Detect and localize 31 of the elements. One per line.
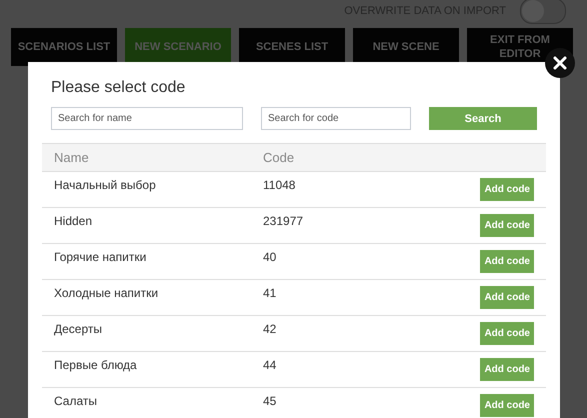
overwrite-toggle[interactable] xyxy=(520,0,566,24)
name-search-field[interactable]: Search for name xyxy=(51,107,243,130)
column-header: Code xyxy=(263,150,296,165)
name-cell-text: Десерты xyxy=(54,321,104,336)
code-cell-text: 11048 xyxy=(263,177,296,192)
close-button[interactable] xyxy=(545,48,575,78)
search-button[interactable]: Search xyxy=(429,107,537,130)
add-code-button[interactable]: Add code xyxy=(480,250,534,273)
close-icon xyxy=(553,56,567,70)
dialog-title: Please select code xyxy=(51,79,186,97)
code-cell-text: 40 xyxy=(263,249,278,264)
add-code-button[interactable]: Add code xyxy=(480,358,534,381)
code-cell-text: 231977 xyxy=(263,213,304,228)
code-cell-text: 44 xyxy=(263,357,278,372)
name-cell-text: Салаты xyxy=(54,393,98,408)
name-cell-text: Hidden xyxy=(54,213,94,228)
name-cell-text: Первые блюда xyxy=(54,357,138,372)
code-cell-text: 45 xyxy=(263,393,278,408)
name-cell-text: Холодные напитки xyxy=(54,285,160,300)
name-cell-text: Горячие напитки xyxy=(54,249,148,264)
nav-tab[interactable]: SCENARIOS LIST xyxy=(11,28,117,66)
add-code-button[interactable]: Add code xyxy=(480,214,534,237)
code-search-field[interactable]: Search for code xyxy=(261,107,411,130)
name-cell-text: Начальный выбор xyxy=(54,177,157,192)
code-cell-text: 42 xyxy=(263,321,278,336)
add-code-button[interactable]: Add code xyxy=(480,394,534,417)
add-code-button[interactable]: Add code xyxy=(480,286,534,309)
code-cell-text: 41 xyxy=(263,285,278,300)
add-code-button[interactable]: Add code xyxy=(480,178,534,201)
add-code-button[interactable]: Add code xyxy=(480,322,534,345)
column-header: Name xyxy=(54,150,90,165)
